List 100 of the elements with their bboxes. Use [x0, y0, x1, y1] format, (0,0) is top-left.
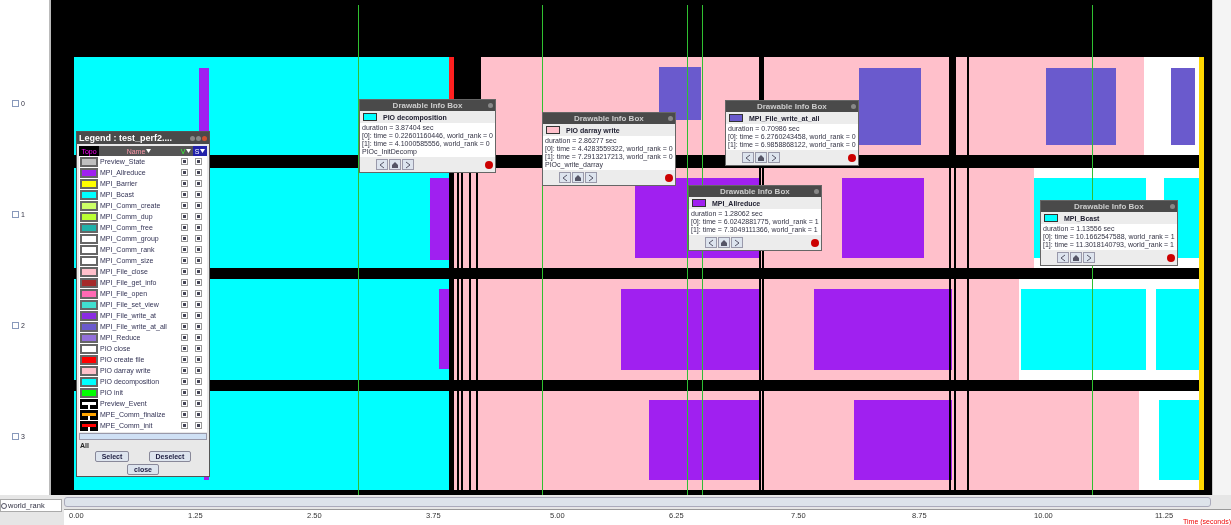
searchable-checkbox[interactable]: [195, 224, 202, 231]
visible-checkbox[interactable]: [181, 323, 188, 330]
event-swatch-icon[interactable]: [80, 409, 98, 420]
visible-checkbox[interactable]: [181, 290, 188, 297]
event-swatch-icon[interactable]: [80, 420, 98, 431]
searchable-checkbox[interactable]: [195, 356, 202, 363]
searchable-checkbox[interactable]: [195, 400, 202, 407]
forward-button[interactable]: [402, 159, 414, 170]
visible-checkbox[interactable]: [181, 279, 188, 286]
searchable-checkbox[interactable]: [195, 191, 202, 198]
visible-checkbox[interactable]: [181, 213, 188, 220]
visible-checkbox[interactable]: [181, 169, 188, 176]
visible-checkbox[interactable]: [181, 367, 188, 374]
visible-checkbox[interactable]: [181, 158, 188, 165]
color-swatch[interactable]: [80, 376, 98, 387]
searchable-checkbox[interactable]: [195, 367, 202, 374]
home-button[interactable]: [572, 172, 584, 183]
home-button[interactable]: [718, 237, 730, 248]
searchable-checkbox[interactable]: [195, 158, 202, 165]
color-swatch[interactable]: [80, 255, 98, 266]
visible-checkbox[interactable]: [181, 312, 188, 319]
color-swatch[interactable]: [80, 222, 98, 233]
home-button[interactable]: [755, 152, 767, 163]
color-swatch[interactable]: [80, 321, 98, 332]
visible-checkbox[interactable]: [181, 257, 188, 264]
visible-checkbox[interactable]: [181, 202, 188, 209]
color-swatch[interactable]: [80, 211, 98, 222]
visible-checkbox[interactable]: [181, 268, 188, 275]
record-button[interactable]: [1166, 253, 1175, 262]
event-swatch-icon[interactable]: [80, 398, 98, 409]
visible-checkbox[interactable]: [181, 378, 188, 385]
searchable-checkbox[interactable]: [195, 301, 202, 308]
state-bar[interactable]: [1199, 57, 1205, 490]
searchable-checkbox[interactable]: [195, 411, 202, 418]
searchable-checkbox[interactable]: [195, 422, 202, 429]
forward-button[interactable]: [1083, 252, 1095, 263]
visible-checkbox[interactable]: [181, 345, 188, 352]
minimize-icon[interactable]: [190, 135, 195, 141]
color-swatch[interactable]: [80, 233, 98, 244]
visible-checkbox[interactable]: [181, 246, 188, 253]
visible-checkbox[interactable]: [181, 356, 188, 363]
close-icon[interactable]: [813, 189, 819, 194]
close-icon[interactable]: [1169, 204, 1175, 209]
color-swatch[interactable]: [80, 288, 98, 299]
color-swatch[interactable]: [80, 244, 98, 255]
searchable-checkbox[interactable]: [195, 246, 202, 253]
home-button[interactable]: [389, 159, 401, 170]
back-button[interactable]: [559, 172, 571, 183]
visible-checkbox[interactable]: [181, 191, 188, 198]
visible-checkbox[interactable]: [181, 422, 188, 429]
close-icon[interactable]: [667, 116, 673, 121]
color-swatch[interactable]: [80, 354, 98, 365]
color-swatch[interactable]: [80, 365, 98, 376]
visible-checkbox[interactable]: [181, 301, 188, 308]
visible-checkbox[interactable]: [181, 334, 188, 341]
sort-arrow-icon[interactable]: [146, 149, 152, 153]
forward-button[interactable]: [731, 237, 743, 248]
back-button[interactable]: [742, 152, 754, 163]
record-button[interactable]: [664, 173, 673, 182]
searchable-checkbox[interactable]: [195, 268, 202, 275]
searchable-checkbox[interactable]: [195, 323, 202, 330]
searchable-checkbox[interactable]: [195, 334, 202, 341]
back-button[interactable]: [705, 237, 717, 248]
color-swatch[interactable]: [80, 266, 98, 277]
searchable-checkbox[interactable]: [195, 213, 202, 220]
color-swatch[interactable]: [80, 167, 98, 178]
color-swatch[interactable]: [80, 178, 98, 189]
searchable-checkbox[interactable]: [195, 290, 202, 297]
home-button[interactable]: [1070, 252, 1082, 263]
forward-button[interactable]: [585, 172, 597, 183]
horizontal-scrollbar[interactable]: [64, 497, 1211, 507]
visible-checkbox[interactable]: [181, 224, 188, 231]
searchable-checkbox[interactable]: [195, 202, 202, 209]
searchable-checkbox[interactable]: [195, 279, 202, 286]
visible-checkbox[interactable]: [181, 180, 188, 187]
visible-checkbox[interactable]: [181, 235, 188, 242]
searchable-checkbox[interactable]: [195, 312, 202, 319]
searchable-checkbox[interactable]: [195, 235, 202, 242]
legend-scrollbar[interactable]: [79, 433, 207, 440]
sort-arrow-icon[interactable]: [186, 149, 192, 153]
record-button[interactable]: [485, 160, 493, 169]
visible-checkbox[interactable]: [181, 389, 188, 396]
color-swatch[interactable]: [80, 156, 98, 167]
searchable-checkbox[interactable]: [195, 389, 202, 396]
visible-checkbox[interactable]: [181, 400, 188, 407]
sort-arrow-icon[interactable]: [200, 149, 206, 153]
color-swatch[interactable]: [80, 299, 98, 310]
color-swatch[interactable]: [80, 277, 98, 288]
close-icon[interactable]: [850, 104, 856, 109]
color-swatch[interactable]: [80, 332, 98, 343]
color-swatch[interactable]: [80, 343, 98, 354]
record-button[interactable]: [810, 238, 819, 247]
back-button[interactable]: [376, 159, 388, 170]
searchable-checkbox[interactable]: [195, 180, 202, 187]
record-button[interactable]: [847, 153, 856, 162]
color-swatch[interactable]: [80, 310, 98, 321]
searchable-checkbox[interactable]: [195, 257, 202, 264]
color-swatch[interactable]: [80, 189, 98, 200]
searchable-checkbox[interactable]: [195, 169, 202, 176]
color-swatch[interactable]: [80, 387, 98, 398]
